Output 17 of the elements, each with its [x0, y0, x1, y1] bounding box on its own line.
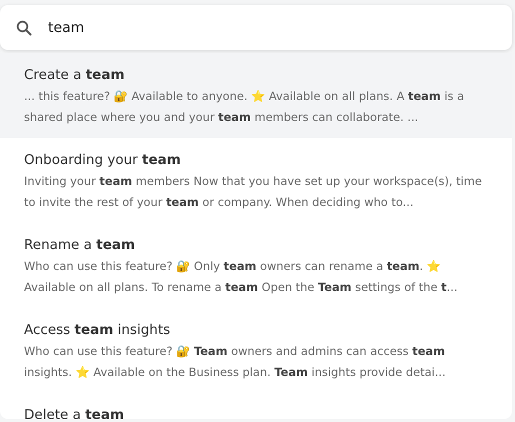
search-icon — [16, 20, 32, 36]
result-title: Create a team — [24, 66, 126, 85]
result-title: Access team insights — [24, 321, 172, 340]
search-result[interactable]: Onboarding your team Inviting your team members Now that you have set up your workspace(s), time to invite the rest of your team or company. When deciding who to... — [0, 138, 512, 223]
search-result[interactable]: Rename a team Who can use this feature? 🔐 Only team owners can rename a team. ⭐ Available on all plans. To rename a team Open the Team settings of the t... — [0, 223, 512, 308]
result-snippet: ... this feature? 🔐 Available to anyone. ⭐ Available on all plans. A team is a shared place where you and your team members can collaborate. ... — [24, 88, 466, 126]
search-result[interactable]: Access team insights Who can use this feature? 🔐 Team owners and admins can access team insights. ⭐ Available on the Business plan. Team insights provide detai... — [0, 308, 512, 393]
search-result[interactable]: Create a team ... this feature? 🔐 Available to anyone. ⭐ Available on all plans. A team is a shared place where you and your team members can collaborate. ... — [0, 53, 512, 138]
result-snippet: Inviting your team members Now that you have set up your workspace(s), time to invite the rest of your team or company. When deciding who to... — [24, 173, 483, 211]
result-title: Onboarding your team — [24, 151, 182, 170]
search-field[interactable]: team — [0, 5, 512, 50]
result-snippet: Who can use this feature? 🔐 Team owners and admins can access team insights. ⭐ Available on the Business plan. Team insights provide detai... — [24, 343, 447, 381]
result-snippet: Who can use this feature? 🔐 Only team owners can rename a team. ⭐ Available on all plans. To rename a team Open the Team settings of the t... — [24, 258, 458, 296]
result-title: Rename a team — [24, 236, 136, 255]
search-input[interactable]: team — [48, 20, 448, 36]
search-result[interactable]: Delete a team — [0, 393, 512, 419]
result-title: Delete a team — [24, 406, 126, 419]
